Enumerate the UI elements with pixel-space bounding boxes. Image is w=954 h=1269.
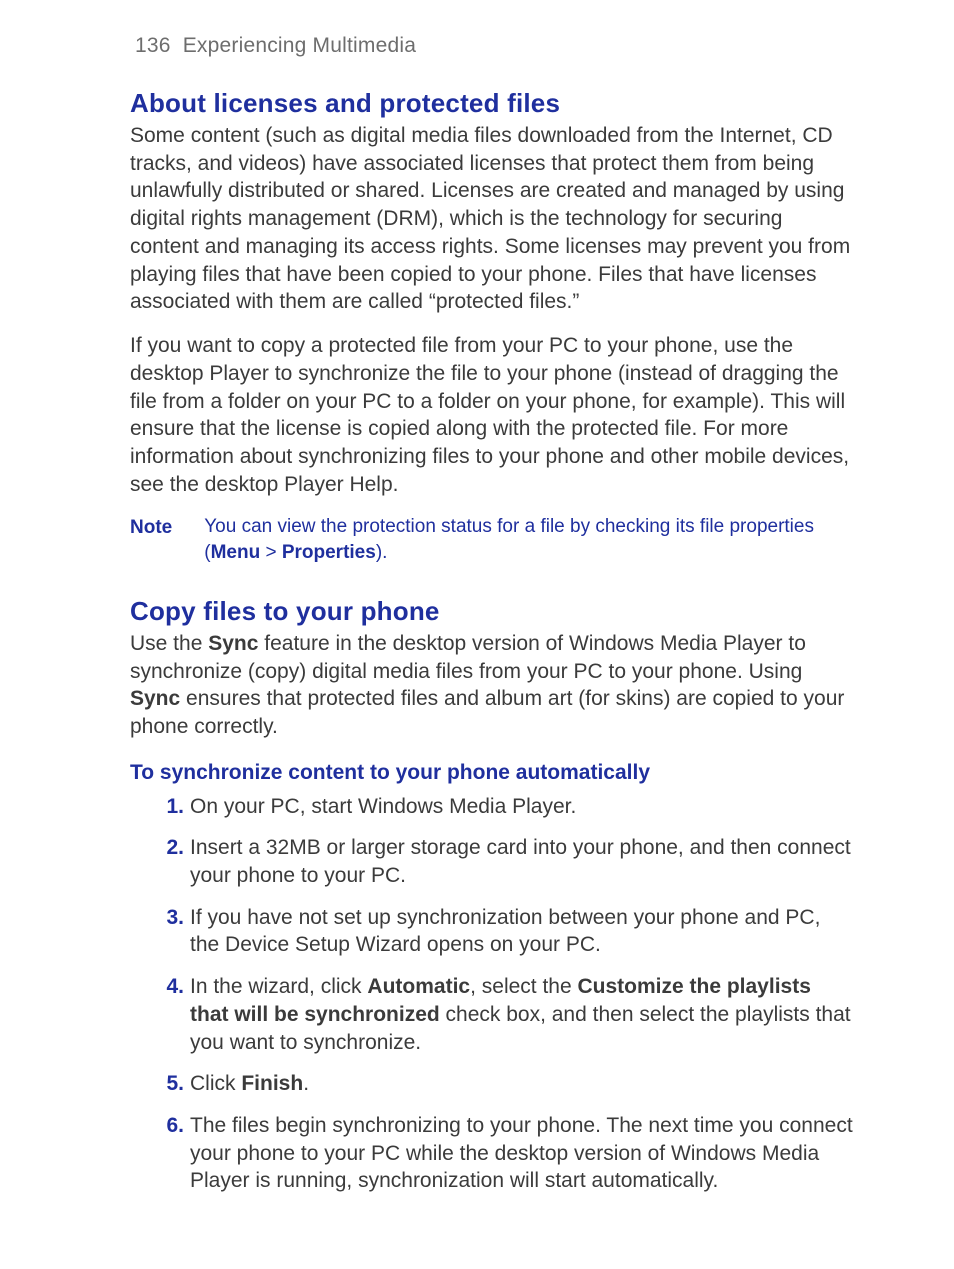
note-block: Note You can view the protection status …	[130, 514, 854, 565]
note-menu-bold: Menu	[211, 542, 261, 563]
step-4-pre: In the wizard, click	[190, 975, 367, 998]
chapter-title: Experiencing Multimedia	[183, 34, 416, 57]
heading-about-licenses: About licenses and protected files	[130, 86, 854, 120]
page: 136 Experiencing Multimedia About licens…	[0, 0, 954, 1269]
step-6-text: The files begin synchronizing to your ph…	[190, 1114, 853, 1192]
step-4-mid1: , select the	[470, 975, 577, 998]
running-head: 136 Experiencing Multimedia	[135, 32, 854, 60]
page-number: 136	[135, 34, 171, 57]
steps-list: On your PC, start Windows Media Player. …	[130, 793, 854, 1196]
para-licenses-2: If you want to copy a protected file fro…	[130, 332, 854, 498]
note-text-post: ).	[376, 542, 388, 563]
para-copy-post: ensures that protected files and album a…	[130, 687, 844, 738]
step-3-text: If you have not set up synchronization b…	[190, 906, 820, 957]
para-copy-pre: Use the	[130, 632, 208, 655]
step-4-automatic: Automatic	[367, 975, 470, 998]
para-licenses-1: Some content (such as digital media file…	[130, 122, 854, 316]
note-gt: >	[260, 542, 282, 563]
note-label: Note	[130, 514, 172, 565]
heading-copy-files: Copy files to your phone	[130, 594, 854, 628]
step-5: Click Finish.	[190, 1070, 854, 1098]
sync-bold-1: Sync	[208, 632, 258, 655]
step-2: Insert a 32MB or larger storage card int…	[190, 834, 854, 889]
step-6: The files begin synchronizing to your ph…	[190, 1112, 854, 1195]
step-1: On your PC, start Windows Media Player.	[190, 793, 854, 821]
step-5-post: .	[303, 1072, 309, 1095]
note-properties-bold: Properties	[282, 542, 376, 563]
step-4: In the wizard, click Automatic, select t…	[190, 973, 854, 1056]
note-text: You can view the protection status for a…	[204, 514, 854, 565]
step-3: If you have not set up synchronization b…	[190, 904, 854, 959]
para-copy-files: Use the Sync feature in the desktop vers…	[130, 630, 854, 741]
step-5-pre: Click	[190, 1072, 241, 1095]
step-5-finish: Finish	[241, 1072, 303, 1095]
step-1-text: On your PC, start Windows Media Player.	[190, 795, 576, 818]
step-2-text: Insert a 32MB or larger storage card int…	[190, 836, 851, 887]
sync-bold-2: Sync	[130, 687, 180, 710]
procedure-heading: To synchronize content to your phone aut…	[130, 759, 854, 787]
